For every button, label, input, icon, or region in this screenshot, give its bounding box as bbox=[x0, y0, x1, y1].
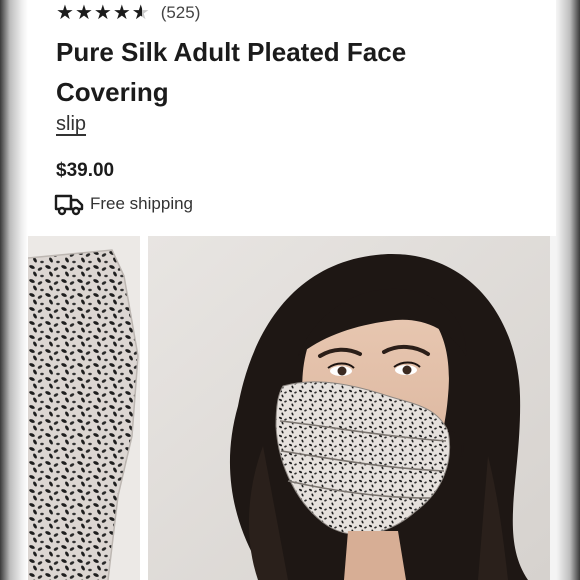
shipping-label: Free shipping bbox=[90, 194, 194, 213]
brand-link[interactable]: slip bbox=[56, 113, 86, 136]
review-count[interactable]: (525) bbox=[161, 3, 201, 23]
model-wearing-mask-image bbox=[148, 236, 550, 580]
gallery-divider bbox=[550, 236, 556, 580]
product-price: $39.00 bbox=[56, 160, 115, 181]
shipping-info: Free shipping bbox=[54, 192, 193, 216]
star-icon: ★ bbox=[56, 2, 74, 24]
thumbnail-image[interactable] bbox=[28, 236, 140, 580]
product-title: Pure Silk Adult Pleated Face Covering bbox=[56, 37, 407, 107]
star-icon: ★ bbox=[74, 2, 93, 24]
main-product-image[interactable] bbox=[148, 236, 550, 580]
star-rating: ★ ★ ★ ★ ★ ★ bbox=[56, 2, 151, 24]
leopard-fabric-image bbox=[28, 236, 140, 580]
truck-icon bbox=[54, 194, 84, 216]
product-card: ★ ★ ★ ★ ★ ★ (525) Pure Silk Adult Pleated… bbox=[28, 0, 556, 580]
star-icon: ★ bbox=[93, 2, 112, 24]
star-icon: ★ bbox=[112, 2, 131, 24]
image-gallery bbox=[28, 236, 556, 580]
rating-row[interactable]: ★ ★ ★ ★ ★ ★ (525) bbox=[56, 2, 200, 24]
half-star-icon: ★ ★ bbox=[131, 2, 150, 24]
